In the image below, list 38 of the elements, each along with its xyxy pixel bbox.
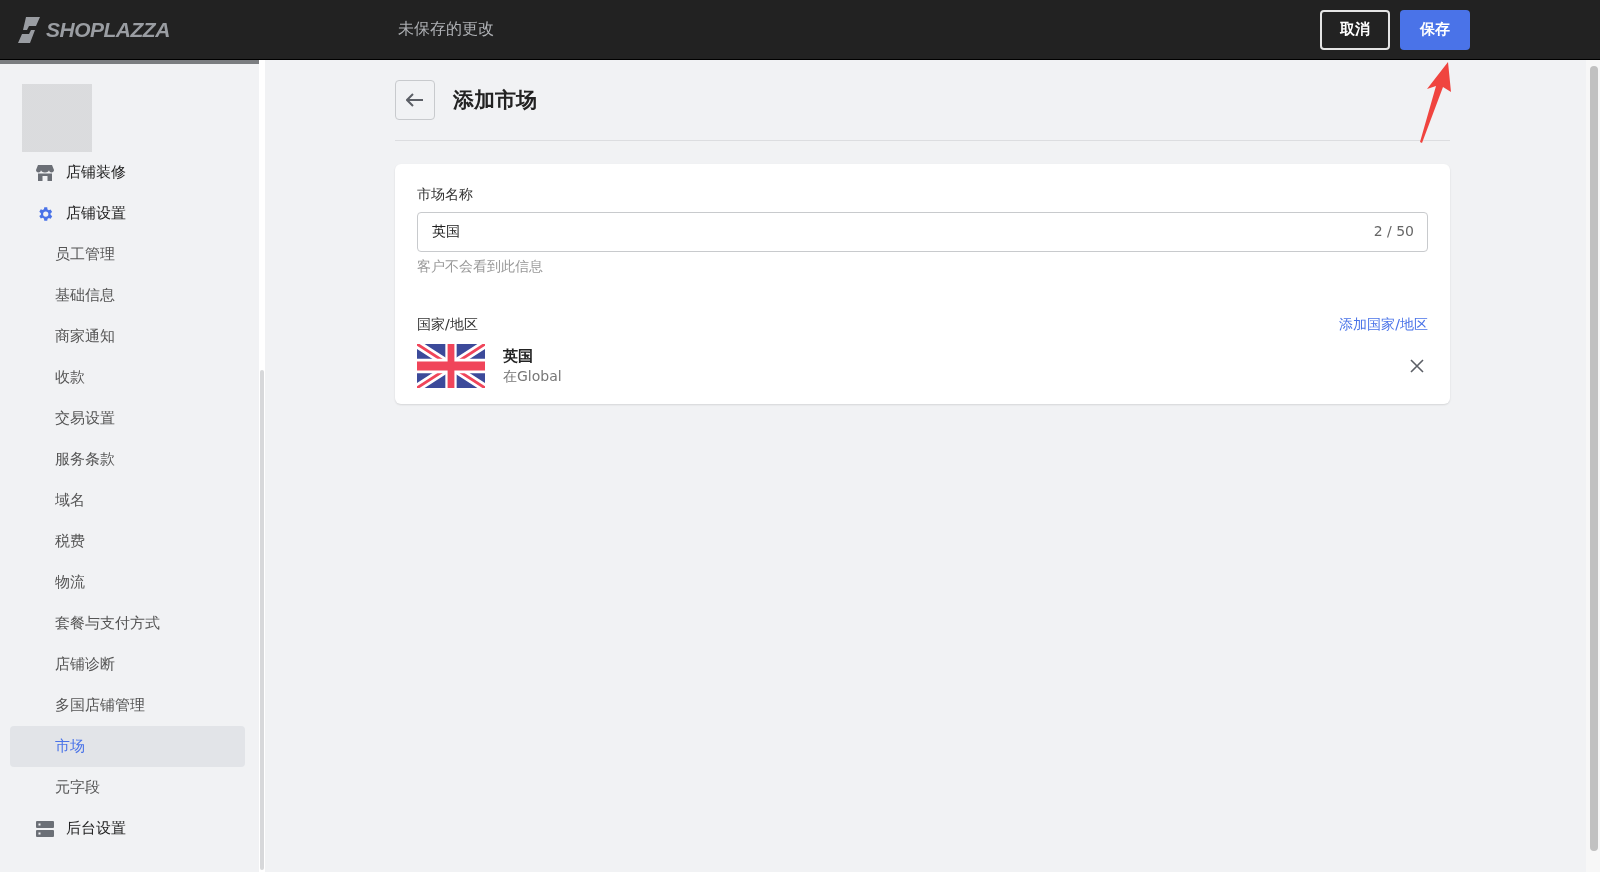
sidebar-item[interactable]: 域名 bbox=[10, 480, 245, 521]
field-label: 市场名称 bbox=[417, 186, 474, 204]
unsaved-status: 未保存的更改 bbox=[398, 19, 495, 40]
sidebar-item[interactable]: 服务条款 bbox=[10, 439, 245, 480]
sidebar-item[interactable]: 基础信息 bbox=[10, 275, 245, 316]
page-title: 添加市场 bbox=[453, 87, 537, 114]
region-group: 在Global bbox=[503, 367, 1388, 386]
scrollbar[interactable] bbox=[1590, 66, 1598, 851]
sidebar-item[interactable]: 税费 bbox=[10, 521, 245, 562]
flag-icon bbox=[417, 344, 485, 388]
section-label: 国家/地区 bbox=[417, 316, 478, 334]
back-arrow-icon bbox=[406, 93, 424, 107]
sidebar-item[interactable]: 店铺设置 bbox=[10, 193, 245, 234]
sidebar-item[interactable]: 交易设置 bbox=[10, 398, 245, 439]
sidebar-item[interactable]: 物流 bbox=[10, 562, 245, 603]
cancel-button[interactable]: 取消 bbox=[1320, 9, 1390, 50]
sidebar-item[interactable]: 商家通知 bbox=[10, 316, 245, 357]
save-button[interactable]: 保存 bbox=[1400, 9, 1470, 50]
help-text: 客户不会看到此信息 bbox=[417, 258, 544, 276]
sidebar-item[interactable]: 多国店铺管理 bbox=[10, 685, 245, 726]
sidebar-item[interactable]: 后台设置 bbox=[10, 808, 245, 849]
add-region-link[interactable]: 添加国家/地区 bbox=[1339, 316, 1428, 334]
sidebar-item[interactable]: 收款 bbox=[10, 357, 245, 398]
character-counter: 2 / 50 bbox=[1373, 223, 1414, 239]
sidebar-item[interactable]: 套餐与支付方式 bbox=[10, 603, 245, 644]
close-icon bbox=[1410, 359, 1424, 373]
sidebar-item[interactable]: 元字段 bbox=[10, 767, 245, 808]
sidebar-item[interactable]: 店铺装修 bbox=[10, 152, 245, 193]
brand-name: SHOPLAZZA bbox=[46, 17, 170, 42]
sidebar-item[interactable]: 市场 bbox=[10, 726, 245, 767]
logo-icon bbox=[18, 16, 42, 43]
sidebar-item[interactable]: 员工管理 bbox=[10, 234, 245, 275]
settings-icon bbox=[36, 204, 54, 223]
back-button[interactable] bbox=[395, 80, 435, 120]
region-name: 英国 bbox=[503, 346, 534, 366]
server-icon bbox=[36, 820, 54, 837]
sidebar-item[interactable]: 店铺诊断 bbox=[10, 644, 245, 685]
store-icon bbox=[36, 164, 54, 181]
